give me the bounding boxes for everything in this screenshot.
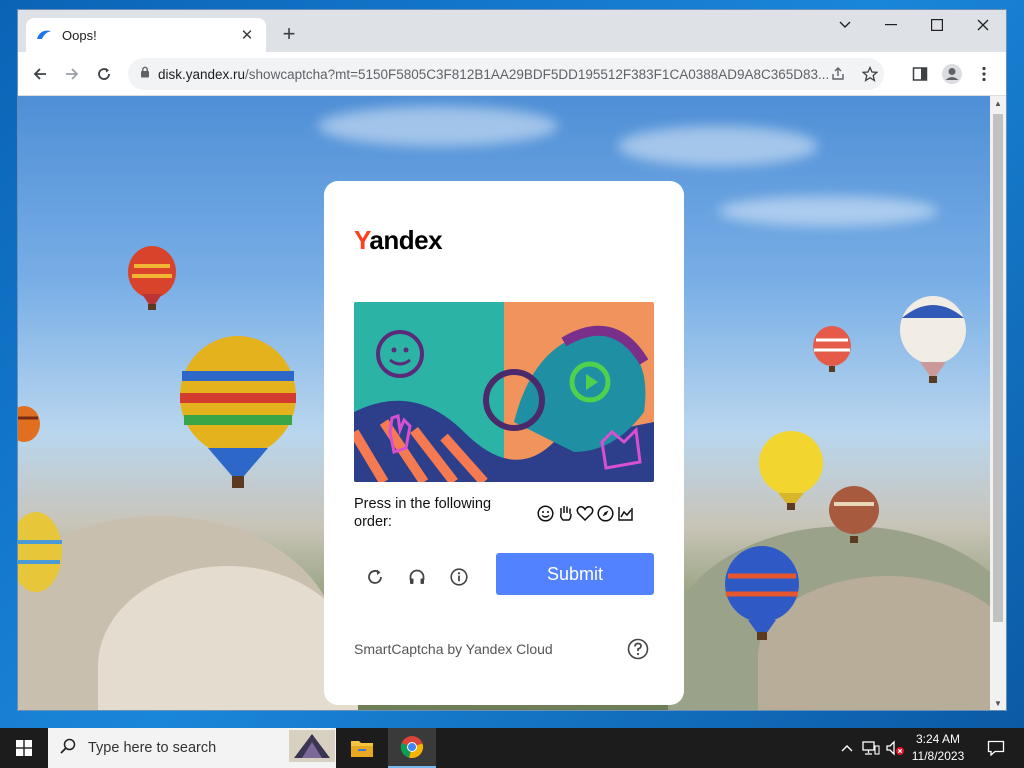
maximize-icon[interactable] — [914, 10, 960, 40]
vertical-scrollbar[interactable]: ▲ ▼ — [990, 96, 1006, 710]
bookmark-star-icon[interactable] — [860, 64, 880, 84]
url-text: disk.yandex.ru/showcaptcha?mt=5150F5805C… — [158, 67, 838, 82]
hot-air-balloon — [900, 296, 966, 383]
tab-strip: Oops! ✕ + — [18, 10, 1006, 52]
hot-air-balloon — [759, 431, 823, 510]
taskbar-clock[interactable]: 3:24 AM 11/8/2023 — [906, 731, 970, 765]
share-icon[interactable] — [828, 64, 848, 84]
clock-time: 3:24 AM — [915, 732, 961, 746]
clock-date: 11/8/2023 — [911, 749, 965, 763]
smiley-icon — [536, 503, 554, 523]
show-hidden-icons-chevron-icon[interactable] — [838, 728, 856, 768]
search-icon — [60, 738, 76, 759]
lock-icon[interactable] — [140, 65, 150, 83]
hot-air-balloon — [180, 336, 296, 488]
tab-close-icon[interactable]: ✕ — [238, 26, 256, 44]
help-question-icon[interactable] — [626, 637, 650, 661]
captcha-order-icons — [536, 503, 634, 523]
profile-avatar-icon[interactable] — [938, 60, 966, 88]
windows-start-icon[interactable] — [0, 728, 48, 768]
refresh-captcha-icon[interactable] — [361, 563, 389, 591]
search-highlight-image-icon — [288, 728, 336, 768]
hand-icon — [556, 503, 574, 523]
captcha-image[interactable] — [354, 302, 654, 482]
yandex-disk-favicon-icon — [36, 27, 52, 43]
captcha-instruction: Press in the following order: — [354, 496, 492, 530]
hot-air-balloon — [18, 406, 40, 442]
tab-oops[interactable]: Oops! ✕ — [26, 18, 266, 52]
network-icon[interactable] — [860, 728, 882, 768]
back-arrow-icon[interactable] — [26, 60, 54, 88]
submit-button[interactable]: Submit — [496, 553, 654, 595]
yandex-logo: Yandex — [354, 225, 443, 255]
side-panel-icon[interactable] — [906, 60, 934, 88]
smartcaptcha-footer: SmartCaptcha by Yandex Cloud — [354, 641, 553, 657]
captcha-card: Yandex Press in the following order: Sub… — [324, 181, 684, 705]
hot-air-balloon — [18, 512, 62, 592]
heart-icon — [576, 503, 594, 523]
file-explorer-icon[interactable] — [338, 728, 386, 768]
chart-icon — [616, 503, 634, 523]
cloud — [318, 106, 558, 146]
taskbar-search-box[interactable]: Type here to search — [48, 728, 336, 768]
hot-air-balloon — [128, 246, 176, 310]
audio-captcha-headphones-icon[interactable] — [403, 563, 431, 591]
cloud — [718, 196, 938, 226]
tab-search-chevron-icon[interactable] — [822, 10, 868, 40]
scroll-down-icon[interactable]: ▼ — [990, 696, 1006, 710]
browser-window: Oops! ✕ + disk.yandex.ru/showcaptcha?mt=… — [18, 10, 1006, 710]
compass-icon — [596, 503, 614, 523]
hot-air-balloon — [725, 546, 799, 640]
close-window-icon[interactable] — [960, 10, 1006, 40]
notifications-icon[interactable] — [976, 728, 1016, 768]
reload-icon[interactable] — [90, 60, 118, 88]
browser-toolbar: disk.yandex.ru/showcaptcha?mt=5150F5805C… — [18, 52, 1006, 96]
tab-title: Oops! — [62, 27, 97, 43]
hot-air-balloon — [829, 486, 879, 543]
search-placeholder: Type here to search — [88, 740, 217, 756]
scroll-up-icon[interactable]: ▲ — [990, 96, 1006, 110]
volume-muted-icon[interactable] — [884, 728, 906, 768]
address-bar[interactable]: disk.yandex.ru/showcaptcha?mt=5150F5805C… — [128, 58, 884, 90]
url-path: /showcaptcha?mt=5150F5805C3F812B1AA29BDF… — [245, 66, 830, 82]
new-tab-icon[interactable]: + — [276, 22, 302, 48]
taskbar: Type here to search 3:24 AM 11/8/2023 — [0, 728, 1024, 768]
forward-arrow-icon[interactable] — [58, 60, 86, 88]
hot-air-balloon — [813, 326, 851, 372]
info-icon[interactable] — [445, 563, 473, 591]
chrome-taskbar-icon[interactable] — [388, 728, 436, 768]
page-background: Yandex Press in the following order: Sub… — [18, 96, 990, 710]
cloud — [618, 126, 818, 166]
scroll-thumb[interactable] — [993, 114, 1003, 622]
url-domain: disk.yandex.ru — [158, 66, 246, 82]
more-menu-icon[interactable] — [970, 60, 998, 88]
minimize-icon[interactable] — [868, 10, 914, 40]
